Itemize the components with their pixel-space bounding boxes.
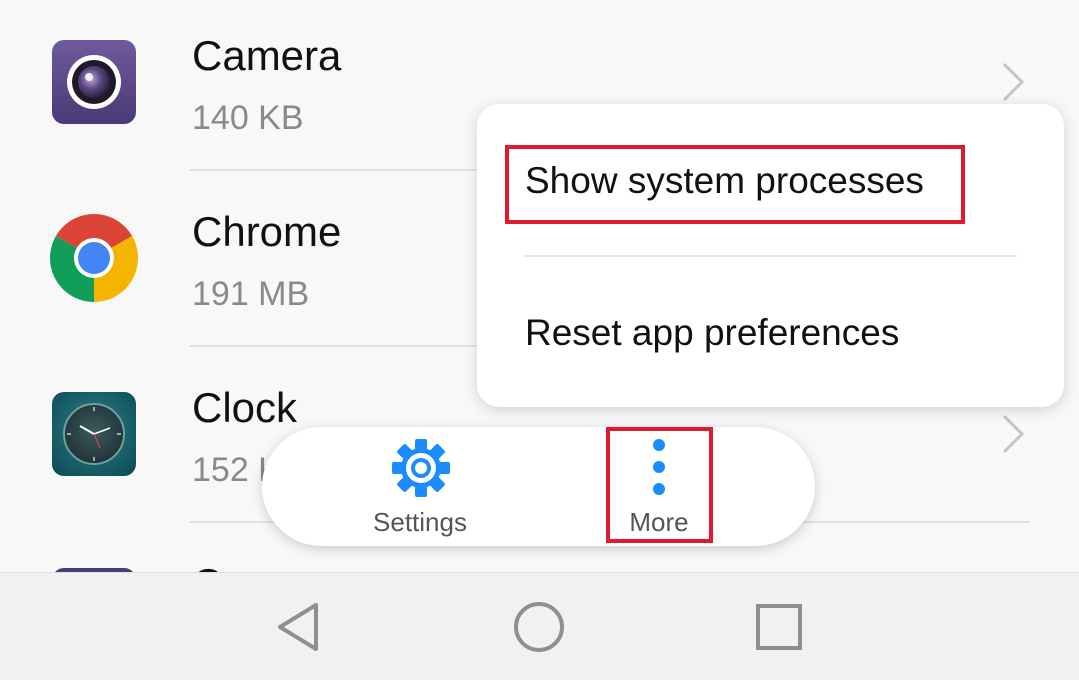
settings-label: Settings: [373, 507, 467, 537]
overflow-menu: Show system processes Reset app preferen…: [477, 104, 1064, 407]
back-icon[interactable]: [272, 599, 328, 655]
bottom-action-bar: Settings More: [262, 427, 815, 546]
menu-item-reset-app-preferences[interactable]: Reset app preferences: [525, 312, 899, 354]
gear-icon: [392, 439, 450, 497]
app-size: 191 MB: [192, 275, 310, 313]
menu-item-show-system-processes[interactable]: Show system processes: [525, 160, 924, 202]
chrome-icon: [50, 214, 138, 302]
app-name: Chrome: [192, 208, 342, 255]
system-nav-bar: [0, 572, 1079, 680]
chevron-right-icon: [998, 412, 1028, 456]
app-name: Camera: [192, 32, 342, 79]
app-name: Clock: [192, 384, 298, 431]
more-vert-icon: [653, 439, 665, 495]
app-size: 140 KB: [192, 99, 304, 137]
settings-button[interactable]: Settings: [340, 427, 500, 546]
chevron-right-icon: [998, 60, 1028, 104]
more-label: More: [629, 507, 689, 537]
camera-icon: [50, 38, 138, 126]
more-button[interactable]: More: [608, 427, 710, 546]
clock-icon: [50, 390, 138, 478]
app-name: C: [192, 560, 222, 572]
menu-divider: [523, 255, 1017, 257]
home-icon[interactable]: [511, 599, 567, 655]
recents-icon[interactable]: [751, 599, 807, 655]
